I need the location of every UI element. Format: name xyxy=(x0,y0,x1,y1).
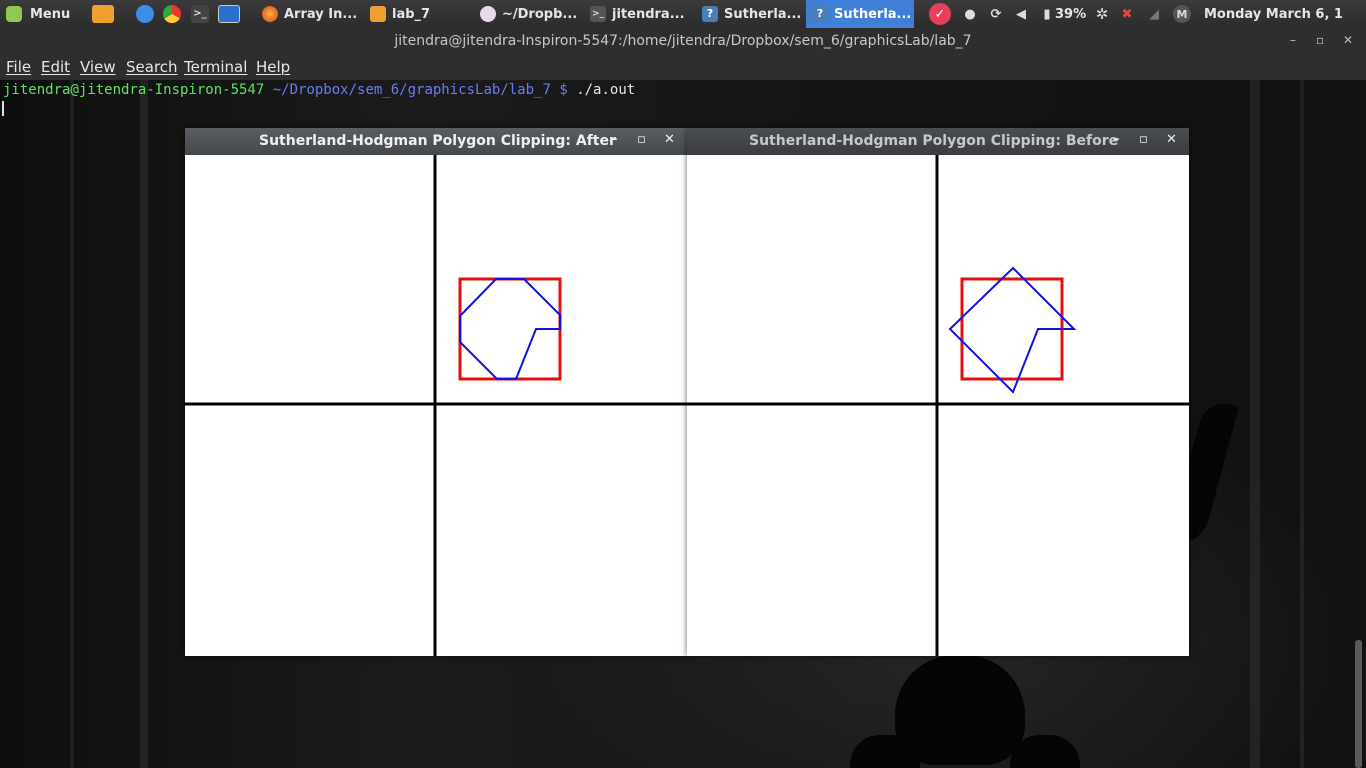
notes-icon[interactable]: ✓ xyxy=(929,3,951,25)
minimize-icon[interactable]: – xyxy=(1290,33,1296,47)
taskbar-item-array[interactable]: Array In... xyxy=(256,0,364,28)
settings-icon[interactable]: ✲ xyxy=(1094,5,1110,23)
prompt-symbol: $ xyxy=(559,82,568,98)
maximize-icon[interactable]: ▫ xyxy=(637,132,646,147)
volume-icon[interactable]: ◀ xyxy=(1013,6,1029,22)
menu-label: Menu xyxy=(30,6,71,22)
menu-terminal[interactable]: Terminal xyxy=(184,58,247,76)
terminal-scrollbar[interactable] xyxy=(1355,640,1362,768)
prompt-command: ./a.out xyxy=(576,82,636,98)
window-clipping-after[interactable]: Sutherland-Hodgman Polygon Clipping: Aft… xyxy=(185,128,687,656)
taskbar-item-sutherland-1[interactable]: ? Sutherla... xyxy=(696,0,806,28)
menu-edit[interactable]: Edit xyxy=(41,58,70,76)
close-icon[interactable]: ✕ xyxy=(1166,132,1177,147)
prompt-path: ~/Dropbox/sem_6/graphicsLab/lab_7 xyxy=(272,82,551,98)
after-titlebar[interactable]: Sutherland-Hodgman Polygon Clipping: Aft… xyxy=(185,128,687,155)
before-title: Sutherland-Hodgman Polygon Clipping: Bef… xyxy=(749,133,1119,149)
menu-view[interactable]: View xyxy=(80,58,116,76)
prompt-user: jitendra@jitendra-Inspiron-5547 xyxy=(3,82,265,98)
mint-logo-icon xyxy=(6,6,22,22)
firefox-icon xyxy=(262,6,278,22)
terminal-prompt-line: jitendra@jitendra-Inspiron-5547 ~/Dropbo… xyxy=(3,82,635,98)
terminal-icon: >_ xyxy=(590,6,606,22)
folder-icon xyxy=(370,6,386,22)
menu-file[interactable]: File xyxy=(6,58,31,76)
maximize-icon[interactable]: ▫ xyxy=(1316,33,1324,47)
taskbar-item-sutherland-2[interactable]: ? Sutherla... xyxy=(806,0,914,28)
clipped-polygon xyxy=(459,278,561,380)
browser-launcher-icon[interactable] xyxy=(136,5,154,23)
minimize-icon[interactable]: – xyxy=(611,132,618,147)
maximize-icon[interactable]: ▫ xyxy=(1139,132,1148,147)
close-icon[interactable]: ✕ xyxy=(1343,33,1353,47)
after-title: Sutherland-Hodgman Polygon Clipping: Aft… xyxy=(259,133,616,149)
menu-search[interactable]: Search xyxy=(126,58,178,76)
terminal-cursor xyxy=(2,101,4,116)
menu-help[interactable]: Help xyxy=(256,58,290,76)
terminal-titlebar[interactable]: jitendra@jitendra-Inspiron-5547:/home/ji… xyxy=(0,28,1366,56)
window-icon: ? xyxy=(812,6,828,22)
user-icon[interactable]: ● xyxy=(962,6,978,22)
taskbar-item-terminal[interactable]: >_ jitendra... xyxy=(584,0,696,28)
window-clipping-before[interactable]: Sutherland-Hodgman Polygon Clipping: Bef… xyxy=(687,128,1189,656)
terminal-menubar: File Edit View Search Terminal Help xyxy=(0,56,1366,80)
shield-icon[interactable]: ✖ xyxy=(1119,6,1135,22)
battery-percentage: 39% xyxy=(1055,6,1087,22)
desktop-launcher-icon[interactable] xyxy=(218,5,240,23)
terminal-launcher-icon[interactable]: >_ xyxy=(191,5,209,23)
taskbar-item-dropbox[interactable]: ~/Dropb... xyxy=(474,0,584,28)
top-panel: Menu >_ Array In... lab_7 ~/Dropb... >_ … xyxy=(0,0,1366,28)
update-icon[interactable]: ⟳ xyxy=(988,6,1004,22)
taskbar-item-lab7[interactable]: lab_7 xyxy=(364,0,474,28)
window-icon: ? xyxy=(702,6,718,22)
after-canvas xyxy=(185,155,687,656)
files-launcher-icon[interactable] xyxy=(92,5,114,23)
before-titlebar[interactable]: Sutherland-Hodgman Polygon Clipping: Bef… xyxy=(687,128,1189,155)
close-icon[interactable]: ✕ xyxy=(664,132,675,147)
battery-icon[interactable]: ▮ xyxy=(1039,6,1055,22)
minimize-icon[interactable]: – xyxy=(1113,132,1120,147)
menu-button[interactable]: Menu xyxy=(6,0,70,28)
terminal-title: jitendra@jitendra-Inspiron-5547:/home/ji… xyxy=(394,33,972,49)
original-polygon xyxy=(948,266,1077,394)
before-canvas xyxy=(687,155,1189,656)
wifi-icon[interactable]: ◢ xyxy=(1146,6,1162,22)
clock[interactable]: Monday March 6, 1 xyxy=(1204,0,1343,28)
mail-icon[interactable]: M xyxy=(1173,5,1191,23)
dropbox-icon xyxy=(480,6,496,22)
chrome-launcher-icon[interactable] xyxy=(163,5,181,23)
